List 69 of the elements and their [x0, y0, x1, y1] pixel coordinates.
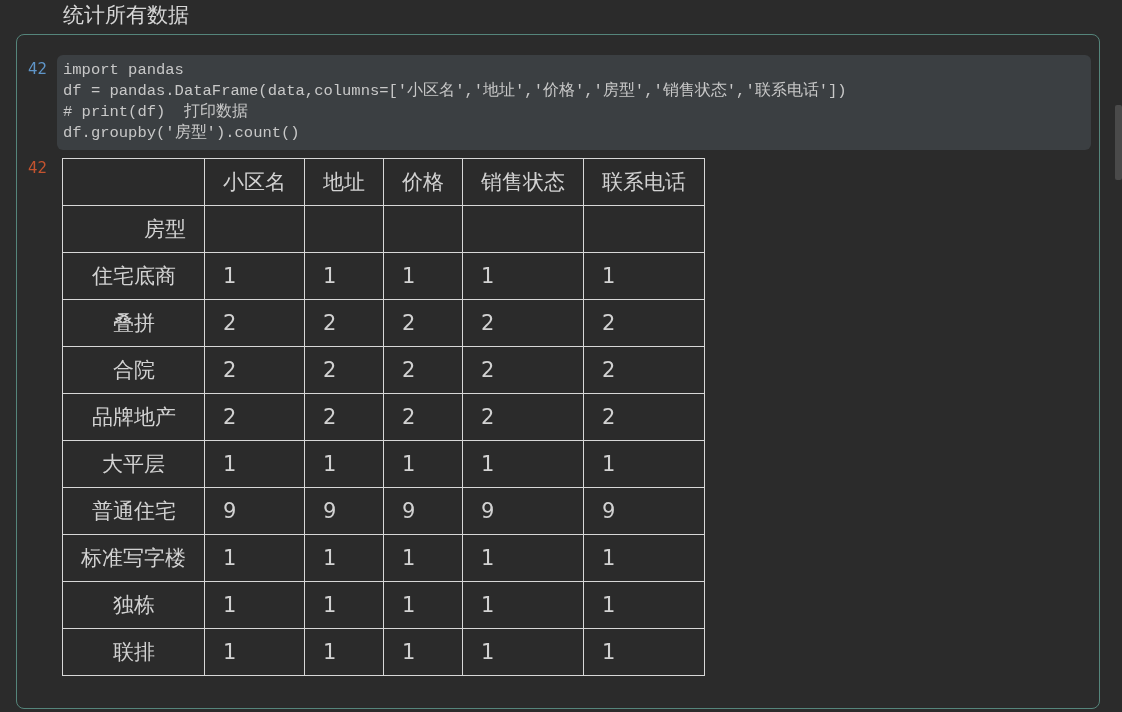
code-line: # print(df) 打印数据: [63, 102, 248, 123]
table-cell: 1: [462, 252, 584, 300]
table-cell: 2: [304, 299, 384, 347]
column-header: 联系电话: [583, 158, 705, 206]
table-cell: 1: [304, 628, 384, 676]
table-cell: 2: [583, 299, 705, 347]
table-cell: 1: [383, 581, 463, 629]
table-cell: 2: [462, 393, 584, 441]
table-cell: 9: [304, 487, 384, 535]
table-cell: 2: [304, 346, 384, 394]
table-cell: 1: [583, 628, 705, 676]
table-cell: 1: [204, 581, 305, 629]
row-header: 普通住宅: [62, 487, 205, 535]
row-header: 联排: [62, 628, 205, 676]
output-prompt: 42: [26, 158, 47, 179]
table-cell: 2: [383, 393, 463, 441]
column-header: 小区名: [204, 158, 305, 206]
table-cell: 1: [583, 534, 705, 582]
table-cell: 1: [383, 440, 463, 488]
table-cell: 1: [462, 534, 584, 582]
index-name-header: 房型: [62, 205, 205, 253]
row-header: 大平层: [62, 440, 205, 488]
table-cell: 9: [462, 487, 584, 535]
table-cell: 1: [304, 581, 384, 629]
table-cell: 1: [583, 581, 705, 629]
table-cell: 1: [204, 440, 305, 488]
column-header: 价格: [383, 158, 463, 206]
table-cell: 1: [383, 252, 463, 300]
table-cell: 1: [204, 252, 305, 300]
table-cell: 2: [583, 346, 705, 394]
row-header: 品牌地产: [62, 393, 205, 441]
column-header: 销售状态: [462, 158, 584, 206]
table-cell: 1: [304, 534, 384, 582]
table-cell: 9: [383, 487, 463, 535]
column-header: 地址: [304, 158, 384, 206]
table-cell: 9: [204, 487, 305, 535]
table-cell: 2: [304, 393, 384, 441]
code-line: df.groupby('房型').count(): [63, 123, 300, 144]
table-cell: 1: [583, 440, 705, 488]
table-cell: 1: [383, 628, 463, 676]
code-editor[interactable]: import pandas df = pandas.DataFrame(data,columns=['小区名','地址','价格','房型','销售状态','联系电话']) # print(df) 打印数据 df.groupby('房型').count(): [57, 55, 1091, 150]
row-header: 标准写字楼: [62, 534, 205, 582]
table-cell: 1: [304, 252, 384, 300]
code-line: df = pandas.DataFrame(data,columns=['小区名','地址','价格','房型','销售状态','联系电话']): [63, 81, 847, 102]
table-cell: 2: [583, 393, 705, 441]
table-cell: 1: [204, 534, 305, 582]
row-header: 住宅底商: [62, 252, 205, 300]
table-cell: 1: [462, 440, 584, 488]
row-header: 叠拼: [62, 299, 205, 347]
table-cell: 1: [462, 581, 584, 629]
input-prompt: 42: [26, 59, 47, 80]
table-cell: 9: [583, 487, 705, 535]
table-cell: 2: [204, 346, 305, 394]
table-cell: 2: [462, 299, 584, 347]
table-cell: 2: [383, 299, 463, 347]
code-line: import pandas: [63, 60, 184, 81]
table-cell: 1: [204, 628, 305, 676]
markdown-heading: 统计所有数据: [63, 2, 189, 29]
table-cell: 1: [462, 628, 584, 676]
table-cell: 1: [583, 252, 705, 300]
table-cell: 2: [204, 299, 305, 347]
table-cell: 1: [383, 534, 463, 582]
table-cell: 2: [462, 346, 584, 394]
table-cell: 2: [383, 346, 463, 394]
table-cell: 1: [304, 440, 384, 488]
row-header: 合院: [62, 346, 205, 394]
row-header: 独栋: [62, 581, 205, 629]
scrollbar-thumb[interactable]: [1115, 105, 1122, 180]
table-cell: 2: [204, 393, 305, 441]
